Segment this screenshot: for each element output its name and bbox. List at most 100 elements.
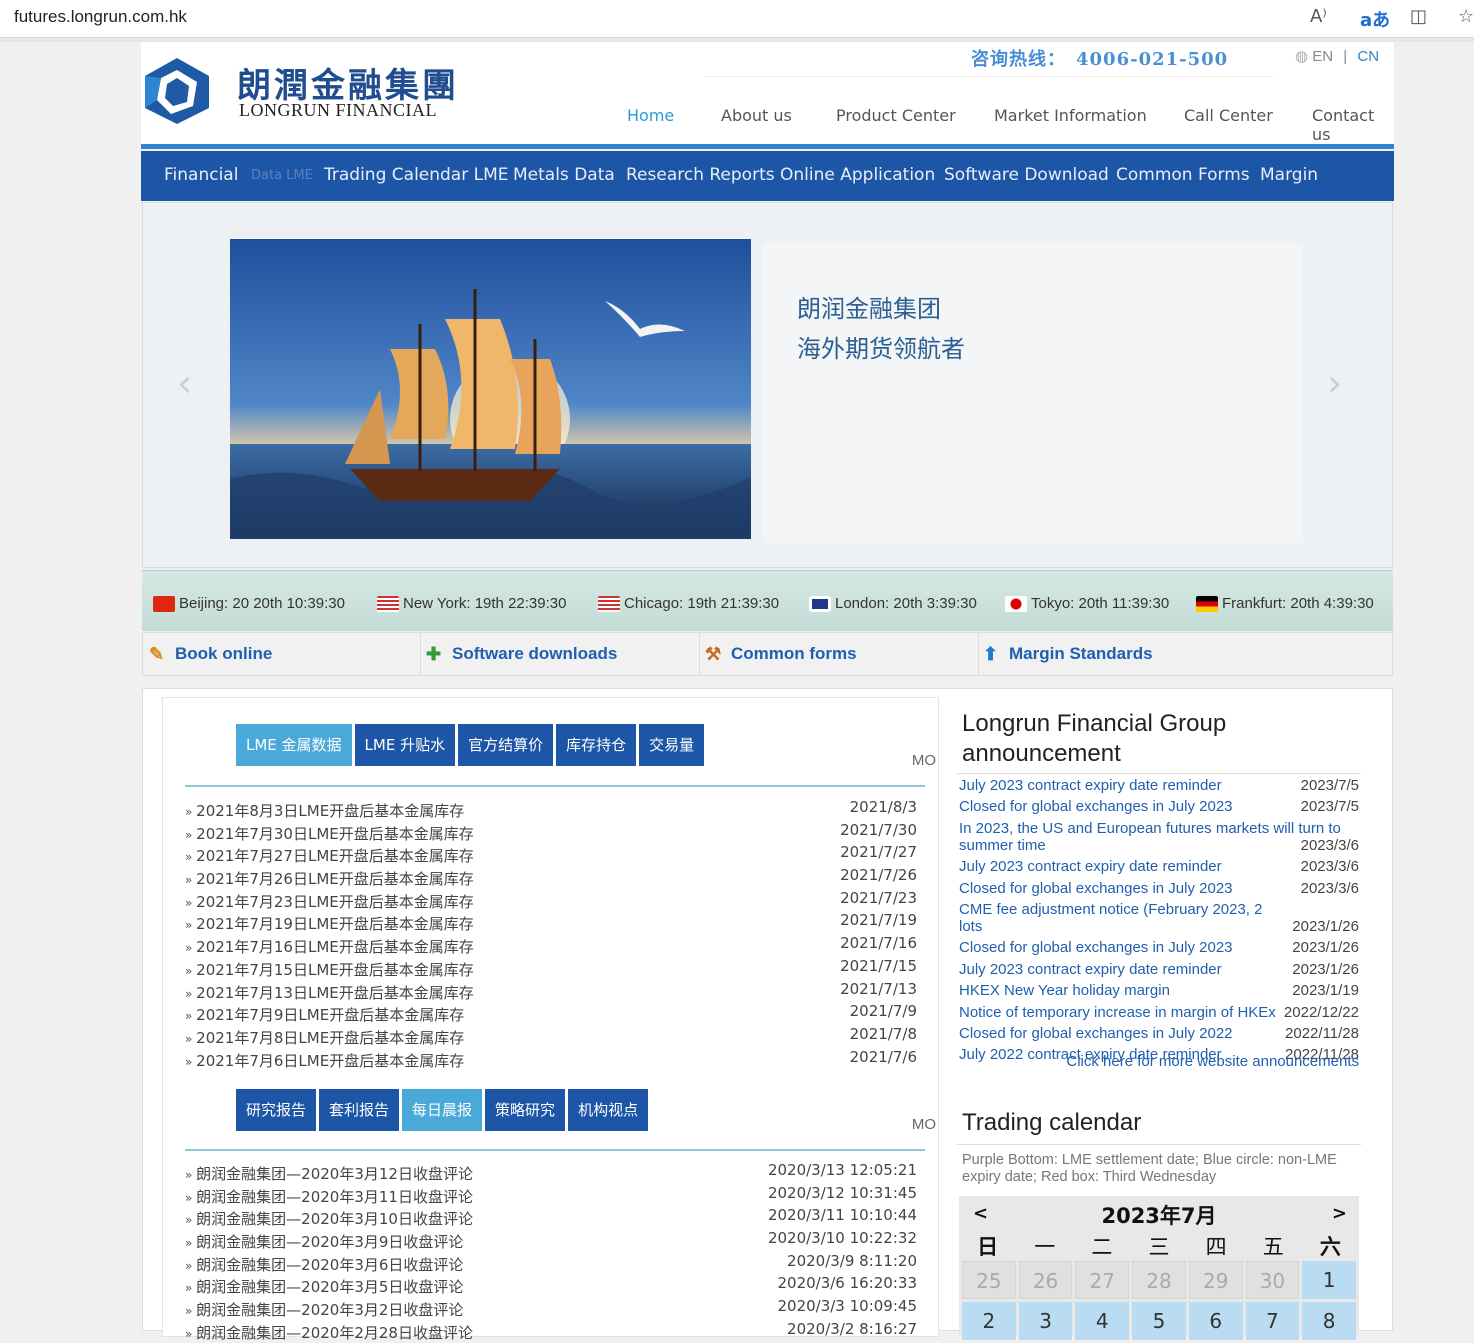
- tab-lme-premium[interactable]: LME 升贴水: [354, 724, 456, 766]
- list-item[interactable]: 朗润金融集团—2020年3月12日收盘评论 2020/3/13 12:05:21: [185, 1161, 917, 1184]
- announcement-item[interactable]: Closed for global exchanges in July 2023…: [959, 879, 1359, 897]
- quick-common-forms[interactable]: ⚒ Common forms: [705, 639, 857, 669]
- announcement-item[interactable]: Notice of temporary increase in margin o…: [959, 1003, 1359, 1021]
- list-item[interactable]: 2021年7月30日LME开盘后基本金属库存 2021/7/30: [185, 821, 917, 844]
- calendar-day[interactable]: 26: [1018, 1261, 1073, 1299]
- subnav-data-lme[interactable]: Data LME: [251, 168, 313, 183]
- list-item[interactable]: 朗润金融集团—2020年3月2日收盘评论 2020/3/3 10:09:45: [185, 1297, 917, 1320]
- calendar-day[interactable]: 2: [962, 1302, 1016, 1340]
- list-item-title[interactable]: 朗润金融集团—2020年2月28日收盘评论: [185, 1322, 473, 1343]
- list-item[interactable]: 2021年7月9日LME开盘后基本金属库存 2021/7/9: [185, 1002, 917, 1025]
- nav-product-center[interactable]: Product Center: [836, 106, 956, 125]
- tab-stock-position[interactable]: 库存持仓: [556, 724, 637, 766]
- list-item[interactable]: 朗润金融集团—2020年3月11日收盘评论 2020/3/12 10:31:45: [185, 1184, 917, 1207]
- translate-icon[interactable]: aあ: [1360, 6, 1390, 32]
- tab-lme-metal-data[interactable]: LME 金属数据: [236, 724, 352, 766]
- list-item[interactable]: 2021年8月3日LME开盘后基本金属库存 2021/8/3: [185, 798, 917, 821]
- calendar-day[interactable]: 29: [1188, 1261, 1243, 1299]
- tab-strategy-research[interactable]: 策略研究: [485, 1089, 566, 1131]
- subnav-software-download[interactable]: Software Download: [944, 165, 1109, 185]
- list-item-title[interactable]: 朗润金融集团—2020年3月5日收盘评论: [185, 1276, 463, 1297]
- announcement-item[interactable]: Closed for global exchanges in July 2022…: [959, 1024, 1359, 1042]
- announcement-item[interactable]: CME fee adjustment notice (February 2023…: [959, 901, 1359, 935]
- list-item-title[interactable]: 2021年7月26日LME开盘后基本金属库存: [185, 868, 474, 889]
- subnav-research-reports[interactable]: Research Reports: [626, 165, 775, 185]
- announcement-item[interactable]: July 2023 contract expiry date reminder 2…: [959, 858, 1359, 876]
- list-item-title[interactable]: 2021年7月8日LME开盘后基本金属库存: [185, 1027, 464, 1048]
- list-item[interactable]: 2021年7月8日LME开盘后基本金属库存 2021/7/8: [185, 1025, 917, 1048]
- split-screen-icon[interactable]: ◫: [1410, 6, 1427, 27]
- favorite-star-icon[interactable]: ☆: [1458, 6, 1474, 27]
- quick-margin-standards-label[interactable]: Margin Standards: [1009, 644, 1153, 664]
- list-item[interactable]: 2021年7月16日LME开盘后基本金属库存 2021/7/16: [185, 934, 917, 957]
- calendar-day[interactable]: 7: [1245, 1302, 1300, 1340]
- research-more-link[interactable]: MO: [912, 1116, 936, 1133]
- quick-book-online[interactable]: ✎ Book online: [149, 639, 272, 669]
- subnav-trading-calendar-lme[interactable]: Trading Calendar LME: [324, 165, 509, 185]
- announcement-item[interactable]: Closed for global exchanges in July 2023…: [959, 798, 1359, 816]
- list-item-title[interactable]: 2021年7月27日LME开盘后基本金属库存: [185, 845, 474, 866]
- calendar-day[interactable]: 6: [1188, 1302, 1243, 1340]
- list-item[interactable]: 朗润金融集团—2020年3月6日收盘评论 2020/3/9 8:11:20: [185, 1252, 917, 1275]
- calendar-day[interactable]: 8: [1302, 1302, 1356, 1340]
- banner-next-arrow-icon[interactable]: ›: [1327, 361, 1342, 405]
- list-item[interactable]: 2021年7月19日LME开盘后基本金属库存 2021/7/19: [185, 911, 917, 934]
- list-item[interactable]: 2021年7月27日LME开盘后基本金属库存 2021/7/27: [185, 843, 917, 866]
- tab-arbitrage-report[interactable]: 套利报告: [319, 1089, 400, 1131]
- list-item[interactable]: 朗润金融集团—2020年3月9日收盘评论 2020/3/10 10:22:32: [185, 1229, 917, 1252]
- subnav-metals-data[interactable]: Metals Data: [513, 165, 615, 185]
- list-item-title[interactable]: 朗润金融集团—2020年3月2日收盘评论: [185, 1299, 463, 1320]
- calendar-day[interactable]: 4: [1075, 1302, 1130, 1340]
- list-item[interactable]: 朗润金融集团—2020年3月5日收盘评论 2020/3/6 16:20:33: [185, 1274, 917, 1297]
- read-aloud-icon[interactable]: A⁾: [1310, 6, 1327, 27]
- announcement-item[interactable]: In 2023, the US and European futures mar…: [959, 820, 1359, 854]
- list-item-title[interactable]: 2021年7月23日LME开盘后基本金属库存: [185, 891, 474, 912]
- list-item[interactable]: 2021年7月13日LME开盘后基本金属库存 2021/7/13: [185, 980, 917, 1003]
- calendar-day[interactable]: 30: [1245, 1261, 1300, 1299]
- list-item-title[interactable]: 2021年7月30日LME开盘后基本金属库存: [185, 823, 474, 844]
- list-item-title[interactable]: 朗润金融集团—2020年3月12日收盘评论: [185, 1163, 473, 1184]
- list-item-title[interactable]: 2021年7月13日LME开盘后基本金属库存: [185, 982, 474, 1003]
- quick-margin-standards[interactable]: ⬆ Margin Standards: [983, 639, 1153, 669]
- list-item-title[interactable]: 2021年7月16日LME开盘后基本金属库存: [185, 936, 474, 957]
- calendar-day[interactable]: 5: [1132, 1302, 1186, 1340]
- list-item-title[interactable]: 2021年8月3日LME开盘后基本金属库存: [185, 800, 464, 821]
- subnav-financial[interactable]: Financial: [164, 165, 238, 185]
- calendar-day[interactable]: 25: [962, 1261, 1016, 1299]
- subnav-online-application[interactable]: Online Application: [780, 165, 935, 185]
- list-item-title[interactable]: 朗润金融集团—2020年3月9日收盘评论: [185, 1231, 463, 1252]
- lang-en-link[interactable]: EN: [1312, 48, 1333, 65]
- list-item[interactable]: 2021年7月15日LME开盘后基本金属库存 2021/7/15: [185, 957, 917, 980]
- banner-prev-arrow-icon[interactable]: ‹: [177, 361, 192, 405]
- calendar-day[interactable]: 1: [1302, 1261, 1356, 1299]
- list-item[interactable]: 2021年7月23日LME开盘后基本金属库存 2021/7/23: [185, 889, 917, 912]
- nav-market-information[interactable]: Market Information: [994, 106, 1147, 125]
- lang-cn-link[interactable]: CN: [1357, 48, 1379, 65]
- announcement-item[interactable]: Closed for global exchanges in July 2023…: [959, 939, 1359, 957]
- announcement-item[interactable]: July 2023 contract expiry date reminder 2…: [959, 960, 1359, 978]
- tab-daily-morning[interactable]: 每日晨报: [402, 1089, 483, 1131]
- announcement-item[interactable]: July 2023 contract expiry date reminder 2…: [959, 777, 1359, 794]
- list-item[interactable]: 朗润金融集团—2020年2月28日收盘评论 2020/3/2 8:16:27: [185, 1320, 917, 1343]
- quick-software-downloads[interactable]: ✚ Software downloads: [426, 639, 617, 669]
- nav-about-us[interactable]: About us: [721, 106, 792, 125]
- tab-volume[interactable]: 交易量: [639, 724, 705, 766]
- tab-official-settlement[interactable]: 官方结算价: [458, 724, 554, 766]
- list-item-title[interactable]: 朗润金融集团—2020年3月11日收盘评论: [185, 1186, 473, 1207]
- quick-common-forms-label[interactable]: Common forms: [731, 644, 857, 664]
- calendar-day[interactable]: 28: [1132, 1261, 1186, 1299]
- tab-research-report[interactable]: 研究报告: [236, 1089, 317, 1131]
- list-item-title[interactable]: 朗润金融集团—2020年3月6日收盘评论: [185, 1254, 463, 1275]
- announcement-item[interactable]: HKEX New Year holiday margin 2023/1/19: [959, 982, 1359, 1000]
- nav-home[interactable]: Home: [627, 106, 674, 125]
- calendar-next-button[interactable]: >: [1332, 1203, 1347, 1224]
- nav-contact-us[interactable]: Contact us: [1312, 106, 1394, 144]
- list-item-title[interactable]: 2021年7月15日LME开盘后基本金属库存: [185, 959, 474, 980]
- subnav-common-forms[interactable]: Common Forms: [1116, 165, 1250, 185]
- list-item[interactable]: 2021年7月6日LME开盘后基本金属库存 2021/7/6: [185, 1048, 917, 1071]
- list-item-title[interactable]: 朗润金融集团—2020年3月10日收盘评论: [185, 1208, 473, 1229]
- quick-software-downloads-label[interactable]: Software downloads: [452, 644, 617, 664]
- list-item-title[interactable]: 2021年7月9日LME开盘后基本金属库存: [185, 1004, 464, 1025]
- tab-institution-view[interactable]: 机构视点: [568, 1089, 649, 1131]
- calendar-day[interactable]: 3: [1018, 1302, 1073, 1340]
